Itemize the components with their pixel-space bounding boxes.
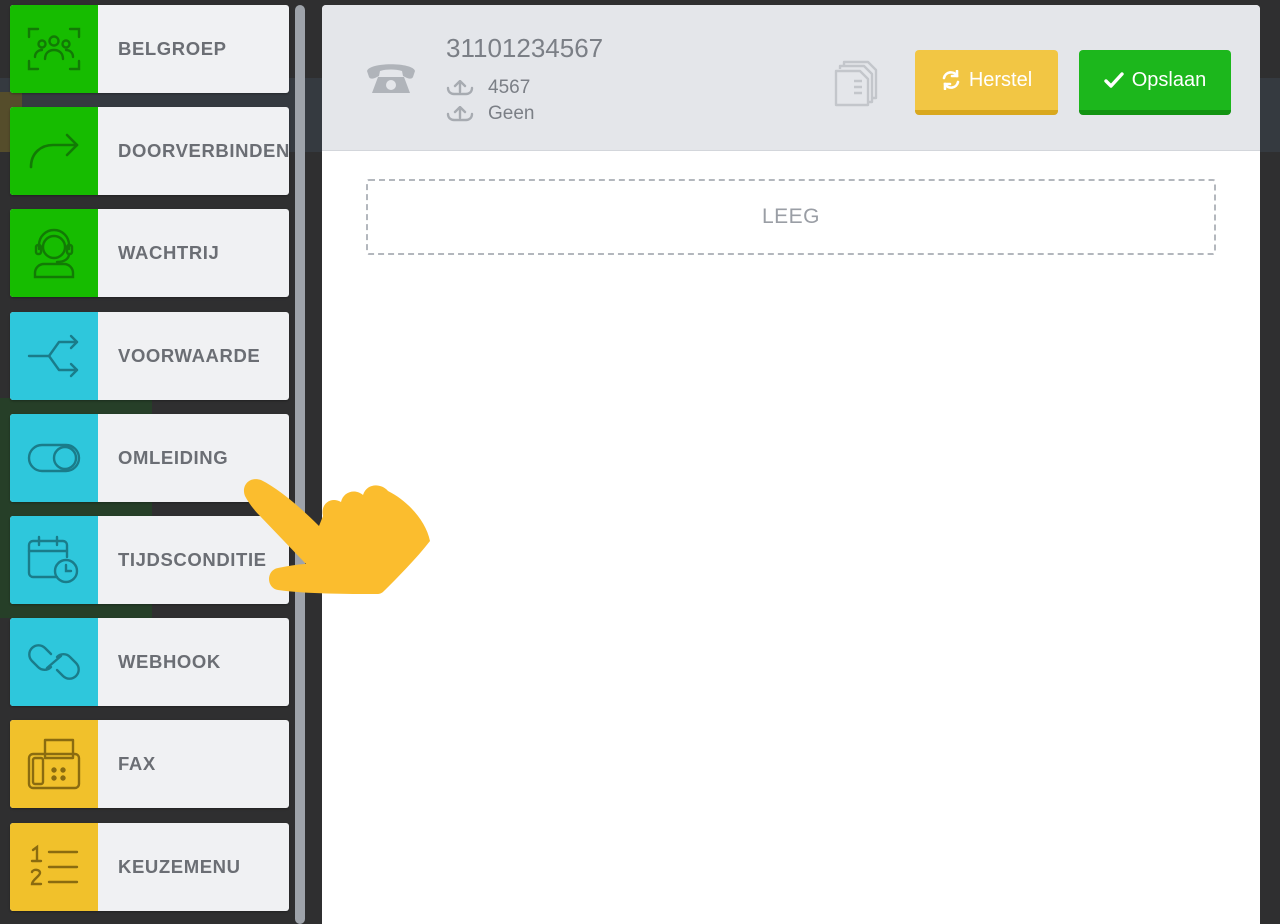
headset-agent-icon xyxy=(10,209,98,297)
checkmark-icon xyxy=(1104,72,1124,88)
forward-arrow-icon xyxy=(10,107,98,195)
fallback-value: Geen xyxy=(488,103,535,124)
palette-item-label: FAX xyxy=(118,753,156,774)
palette-item-voorwaarde[interactable]: VOORWAARDE xyxy=(10,312,289,400)
upload-tray-icon xyxy=(446,106,474,122)
group-focus-icon xyxy=(10,5,98,93)
palette-item-label: WEBHOOK xyxy=(118,651,221,672)
numbered-list-icon xyxy=(10,823,98,911)
opslaan-button[interactable]: Opslaan xyxy=(1079,50,1231,115)
palette-item-belgroep[interactable]: BELGROEP xyxy=(10,5,289,93)
phone-icon xyxy=(364,57,418,101)
empty-drop-label: LEEG xyxy=(761,205,821,228)
calendar-clock-icon xyxy=(10,516,98,604)
palette-item-label: BELGROEP xyxy=(118,38,227,59)
fallback-row: Geen xyxy=(446,103,534,125)
extension-row: 4567 xyxy=(446,77,530,99)
opslaan-label: Opslaan xyxy=(1131,68,1207,91)
palette-item-wachtrij[interactable]: WACHTRIJ xyxy=(10,209,289,297)
link-icon xyxy=(10,618,98,706)
upload-tray-icon xyxy=(446,80,474,96)
pointing-hand-icon xyxy=(240,468,470,637)
phone-number: 31101234567 xyxy=(446,33,604,63)
flow-editor-panel: 31101234567 4567 Geen Herstel Opslaan LE… xyxy=(322,5,1260,924)
number-header: 31101234567 4567 Geen Herstel Opslaan xyxy=(322,5,1260,151)
copy-icon[interactable] xyxy=(834,59,878,111)
empty-drop-zone[interactable]: LEEG xyxy=(366,179,1216,255)
palette-item-label: VOORWAARDE xyxy=(118,345,261,366)
palette-item-label: KEUZEMENU xyxy=(118,856,241,877)
palette-item-fax[interactable]: FAX xyxy=(10,720,289,808)
palette-item-label: DOORVERBINDEN xyxy=(118,140,289,161)
palette-item-keuzemenu[interactable]: KEUZEMENU xyxy=(10,823,289,911)
extension-value: 4567 xyxy=(488,77,531,98)
palette-item-doorverbinden[interactable]: DOORVERBINDEN xyxy=(10,107,289,195)
refresh-icon xyxy=(942,70,960,90)
split-branch-icon xyxy=(10,312,98,400)
toggle-icon xyxy=(10,414,98,502)
palette-scrollbar[interactable] xyxy=(295,5,305,924)
palette-item-label: OMLEIDING xyxy=(118,447,229,468)
fax-icon xyxy=(10,720,98,808)
palette-item-label: WACHTRIJ xyxy=(118,242,220,263)
herstel-button[interactable]: Herstel xyxy=(915,50,1058,115)
herstel-label: Herstel xyxy=(968,68,1033,91)
